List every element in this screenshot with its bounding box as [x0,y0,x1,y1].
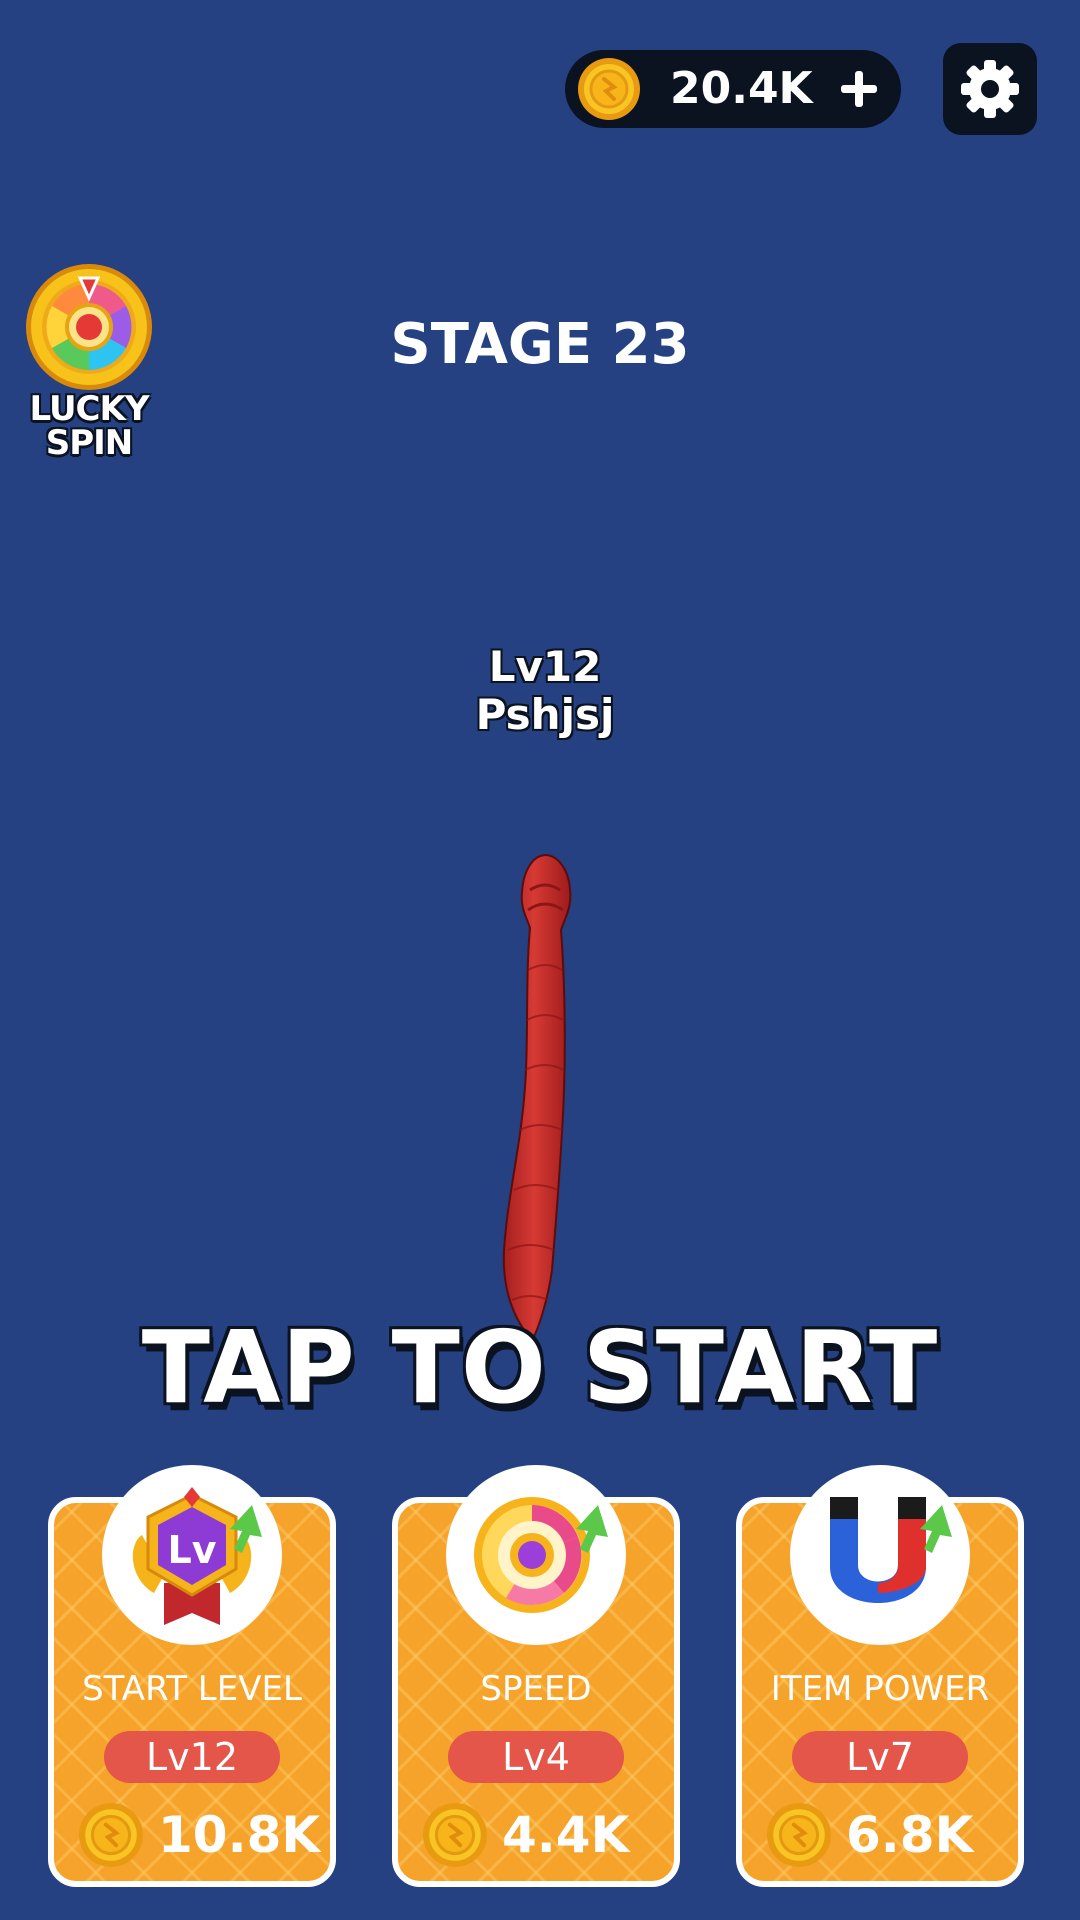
svg-text:Lv: Lv [168,1528,217,1572]
upgrade-cost: 10.8K [158,1806,321,1864]
coin-icon [423,1803,487,1867]
level-pill: Lv12 [104,1731,280,1783]
coin-balance: 20.4K [670,63,813,114]
stage-title: STAGE 23 [390,312,690,377]
upgrade-card-item-power[interactable]: ITEM POWER Lv7 6.8K [736,1465,1024,1887]
speed-dial-icon [474,1497,608,1613]
card-title: ITEM POWER [770,1669,990,1709]
icon-circle [790,1465,970,1645]
icon-circle [446,1465,626,1645]
level-pill: Lv4 [448,1731,624,1783]
magnet-icon [830,1497,952,1603]
coin-icon [578,58,640,120]
gear-icon [961,60,1019,118]
level-badge-icon: Lv [132,1487,262,1625]
card-title: START LEVEL [82,1669,302,1709]
upgrade-card-start-level[interactable]: Lv START LEVEL Lv12 10.8K [48,1465,336,1887]
coin-counter[interactable]: 20.4K [565,50,901,128]
plus-icon[interactable] [839,69,879,109]
snake-character [502,853,572,1342]
tap-to-start-prompt[interactable]: TAP TO START [0,1308,1080,1428]
level-pill: Lv7 [792,1731,968,1783]
player-name: Pshjsj [475,690,615,739]
player-level: Lv12 [488,642,602,691]
lucky-spin-label: LUCKY SPIN [29,389,150,463]
upgrade-cost: 4.4K [502,1806,630,1864]
game-screen[interactable]: 20.4K LUCKY SPIN STAGE 23 Lv12 Pshjsj TA… [0,0,1080,1920]
upgrade-cost: 6.8K [846,1806,974,1864]
icon-circle: Lv [102,1465,282,1645]
coin-icon [767,1803,831,1867]
upgrade-card-speed[interactable]: SPEED Lv4 4.4K [392,1465,680,1887]
coin-icon [79,1803,143,1867]
player-nameplate: Lv12 Pshjsj [380,643,710,739]
card-title: SPEED [480,1669,592,1709]
settings-button[interactable] [943,43,1037,135]
